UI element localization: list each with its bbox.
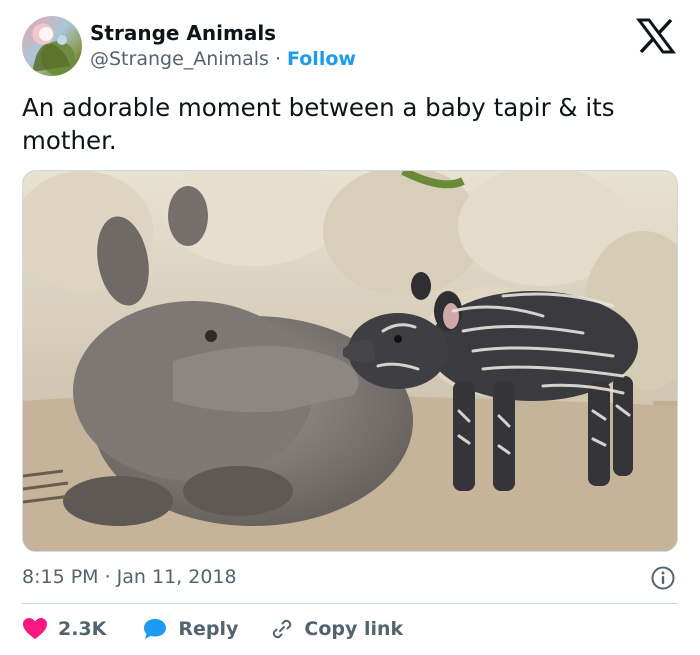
link-icon	[273, 619, 292, 639]
reply-label: Reply	[178, 618, 239, 640]
author-handle[interactable]: @Strange_Animals	[90, 48, 269, 70]
like-count: 2.3K	[58, 618, 107, 640]
heart-icon	[23, 618, 47, 639]
author-handle-row: @Strange_Animals · Follow	[90, 48, 356, 70]
tweet-photo[interactable]	[22, 170, 678, 552]
follow-button[interactable]: Follow	[287, 48, 356, 70]
copy-link-button[interactable]: Copy link	[270, 617, 403, 641]
info-icon[interactable]	[650, 565, 676, 591]
reply-button[interactable]: Reply	[142, 617, 238, 641]
tweet-timestamp[interactable]: 8:15 PM · Jan 11, 2018	[22, 566, 237, 588]
tweet-actions: 2.3K Reply Copy link	[22, 615, 403, 643]
divider	[22, 603, 678, 604]
author-name[interactable]: Strange Animals	[90, 21, 276, 45]
tapir-photo	[23, 171, 677, 551]
author-avatar[interactable]	[22, 16, 82, 76]
separator: ·	[274, 48, 281, 70]
x-logo-icon[interactable]	[636, 18, 676, 54]
avatar-image	[32, 27, 70, 72]
tweet-text: An adorable moment between a baby tapir …	[22, 93, 615, 155]
speech-bubble-icon	[144, 619, 167, 639]
like-button[interactable]: 2.3K	[22, 617, 106, 641]
copy-link-label: Copy link	[304, 618, 404, 640]
